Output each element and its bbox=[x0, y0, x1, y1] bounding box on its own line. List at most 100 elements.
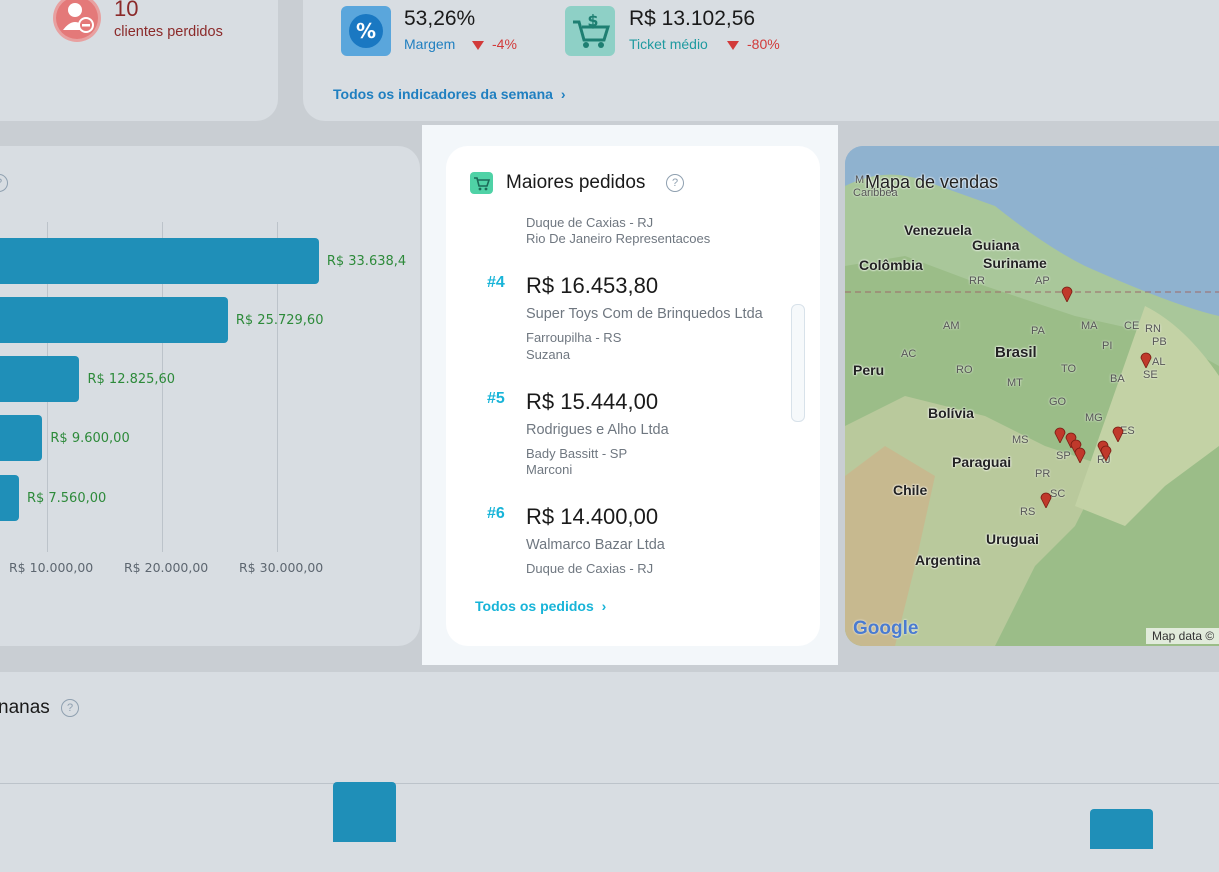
help-icon[interactable]: ? bbox=[61, 699, 79, 717]
map-label: Peru bbox=[853, 362, 885, 378]
map-label: Paraguai bbox=[952, 454, 1012, 470]
lost-clients-label: clientes perdidos bbox=[114, 24, 223, 40]
order-seller: Marconi bbox=[526, 462, 573, 477]
chart-data-label: R$ 33.638,4 bbox=[326, 254, 407, 269]
ticket-value: R$ 13.102,56 bbox=[629, 7, 756, 30]
chart-data-label: R$ 7.560,00 bbox=[26, 491, 107, 506]
map-state: MA bbox=[1081, 320, 1098, 332]
margin-value: 53,26% bbox=[404, 7, 476, 30]
map-marker-icon[interactable] bbox=[1140, 350, 1152, 368]
chart-bar[interactable] bbox=[0, 238, 319, 284]
ticket-cart-icon: $ bbox=[565, 6, 615, 56]
map-label: Argentina bbox=[915, 552, 981, 568]
weekly-chart-title: nanas bbox=[0, 697, 50, 718]
chart-bar[interactable] bbox=[0, 297, 228, 343]
all-weekly-indicators-link[interactable]: Todos os indicadores da semana › bbox=[333, 86, 565, 102]
order-rank: #5 bbox=[487, 390, 505, 407]
map-label: Bolívia bbox=[928, 405, 974, 421]
map-state: PB bbox=[1152, 336, 1167, 348]
order-seller: Suzana bbox=[526, 347, 571, 362]
map-state: TO bbox=[1061, 363, 1077, 375]
map-state: MG bbox=[1085, 412, 1103, 424]
weekly-bar bbox=[1090, 809, 1153, 849]
chevron-right-icon: › bbox=[560, 86, 566, 102]
lost-clients-card bbox=[0, 0, 278, 121]
order-rank: #6 bbox=[487, 505, 505, 522]
chart-x-tick-label: R$ 30.000,00 bbox=[239, 560, 324, 575]
chart-data-label: R$ 9.600,00 bbox=[50, 431, 130, 446]
map-state: AP bbox=[1035, 275, 1050, 287]
map-state: AM bbox=[943, 320, 960, 332]
lost-clients-count: 10 bbox=[114, 0, 139, 21]
map-top-fragment2: Caribbea bbox=[853, 187, 898, 199]
chart-bar[interactable] bbox=[0, 415, 43, 461]
map-state: PA bbox=[1031, 325, 1045, 337]
order-customer: Walmarco Bazar Ltda bbox=[526, 537, 665, 553]
help-icon[interactable]: ? bbox=[666, 174, 684, 192]
arrow-down-icon bbox=[727, 40, 739, 50]
map-label: Suriname bbox=[983, 255, 1047, 271]
map-state: RO bbox=[956, 364, 973, 376]
map-state: BA bbox=[1110, 373, 1125, 385]
map-state: AL bbox=[1152, 356, 1166, 368]
map-state: CE bbox=[1124, 320, 1140, 332]
map-marker-icon[interactable] bbox=[1040, 490, 1052, 508]
left-fragment: s bbox=[0, 22, 1, 37]
map-marker-icon[interactable] bbox=[1061, 284, 1073, 302]
map-state: RS bbox=[1020, 506, 1036, 518]
order-location: Bady Bassitt - SP bbox=[526, 446, 628, 461]
chart-bar[interactable] bbox=[0, 475, 19, 521]
map-state: PI bbox=[1102, 340, 1113, 352]
map-top-fragment: M bbox=[855, 174, 865, 186]
map-state: GO bbox=[1049, 396, 1067, 408]
map-marker-icon[interactable] bbox=[1074, 445, 1086, 463]
order-value: R$ 16.453,80 bbox=[526, 273, 659, 298]
order-value: R$ 15.444,00 bbox=[526, 389, 659, 414]
percent-icon: % bbox=[341, 6, 391, 56]
arrow-down-icon bbox=[472, 40, 484, 50]
chart-bar[interactable] bbox=[0, 356, 80, 402]
map-attribution[interactable]: Map data © bbox=[1146, 628, 1219, 644]
margin-label: Margem bbox=[404, 36, 456, 52]
chart-data-label: R$ 25.729,60 bbox=[235, 313, 324, 328]
map-label: Brasil bbox=[995, 344, 1037, 361]
svg-text:$: $ bbox=[587, 11, 598, 30]
map-state: SC bbox=[1050, 488, 1066, 500]
map-state: MS bbox=[1012, 434, 1029, 446]
map-label: Venezuela bbox=[904, 222, 972, 238]
map-marker-icon[interactable] bbox=[1100, 443, 1112, 461]
order-value: R$ 14.400,00 bbox=[526, 504, 659, 529]
weekly-chart-card bbox=[0, 672, 1219, 872]
ticket-label: Ticket médio bbox=[629, 36, 708, 52]
map-label: Guiana bbox=[972, 237, 1020, 253]
order-customer: Super Toys Com de Brinquedos Ltda bbox=[526, 306, 763, 322]
map-state: AC bbox=[901, 348, 917, 360]
map-label: Chile bbox=[893, 482, 928, 498]
order-customer: Rodrigues e Alho Ltda bbox=[526, 422, 669, 438]
svg-text:%: % bbox=[356, 19, 376, 43]
order-location: Duque de Caxias - RJ bbox=[526, 215, 654, 230]
orders-title: Maiores pedidos bbox=[506, 172, 646, 193]
map-label: Uruguai bbox=[986, 531, 1039, 547]
all-orders-link[interactable]: Todos os pedidos › bbox=[475, 598, 606, 614]
map-label: Colômbia bbox=[859, 257, 923, 273]
map-state: SE bbox=[1143, 369, 1158, 381]
sales-map[interactable]: Mapa de vendas M Caribbea Venezuela Guia… bbox=[845, 146, 1219, 646]
map-state: PR bbox=[1035, 468, 1051, 480]
chart-x-tick-label: R$ 10.000,00 bbox=[9, 560, 94, 575]
order-rank: #4 bbox=[487, 274, 505, 291]
weekly-bar bbox=[333, 782, 396, 842]
map-state: MT bbox=[1007, 377, 1023, 389]
chart-x-tick-label: R$ 20.000,00 bbox=[124, 560, 209, 575]
weekly-chart-baseline bbox=[0, 783, 1219, 784]
order-location: Farroupilha - RS bbox=[526, 330, 622, 345]
order-location: Duque de Caxias - RJ bbox=[526, 561, 654, 576]
map-marker-icon[interactable] bbox=[1112, 424, 1124, 442]
chart-data-label: R$ 12.825,60 bbox=[87, 372, 176, 387]
cart-icon bbox=[470, 172, 493, 194]
google-logo: Google bbox=[853, 618, 919, 639]
order-seller: Rio De Janeiro Representacoes bbox=[526, 231, 711, 246]
orders-scrollbar[interactable] bbox=[791, 304, 805, 422]
map-state: SP bbox=[1056, 450, 1071, 462]
map-state: RR bbox=[969, 275, 985, 287]
